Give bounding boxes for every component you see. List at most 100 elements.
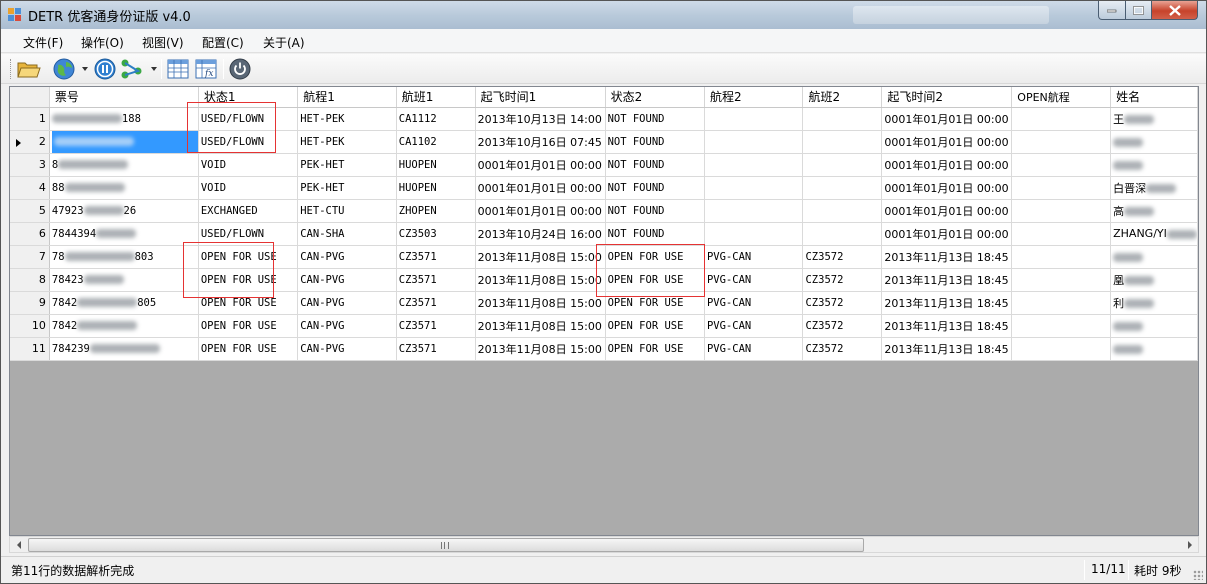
cell-status2[interactable]: NOT FOUND [605,153,705,177]
formula-sheet-button[interactable]: fx [194,57,218,81]
cell-ticket[interactable]: 7844394 [49,222,199,246]
cell-route2[interactable] [704,199,804,223]
cell-flight1[interactable]: CZ3571 [396,337,476,361]
maximize-button[interactable] [1125,1,1152,20]
cell-departure1[interactable]: 2013年11月08日 15:00 [475,337,606,361]
cell-ticket[interactable] [49,130,199,154]
menu-about[interactable]: 关于(A) [263,34,305,51]
cell-departure2[interactable]: 2013年11月13日 18:45 [881,291,1013,315]
cell-route1[interactable]: CAN-SHA [297,222,397,246]
cell-departure2[interactable]: 0001年01月01日 00:00 [881,222,1013,246]
cell-route2[interactable] [704,153,804,177]
cell-name[interactable]: 凰 [1110,268,1198,292]
column-header-departure2[interactable]: 起飞时间2 [881,87,1013,108]
column-header-open-route[interactable]: OPEN航程 [1011,87,1112,108]
cell-open-route[interactable] [1011,153,1112,177]
cell-flight1[interactable]: ZHOPEN [396,199,476,223]
cell-flight2[interactable] [802,222,883,246]
cell-status1[interactable]: OPEN FOR USE [198,268,299,292]
column-header-flight2[interactable]: 航班2 [802,87,883,108]
cell-departure2[interactable]: 2013年11月13日 18:45 [881,268,1013,292]
cell-route2[interactable]: PVG-CAN [704,268,804,292]
cell-flight1[interactable]: HUOPEN [396,176,476,200]
cell-status2[interactable]: OPEN FOR USE [605,314,705,338]
cell-status2[interactable]: OPEN FOR USE [605,337,705,361]
cell-name[interactable] [1110,130,1198,154]
cell-departure2[interactable]: 2013年11月13日 18:45 [881,245,1013,269]
cell-departure2[interactable]: 0001年01月01日 00:00 [881,153,1013,177]
cell-status2[interactable]: OPEN FOR USE [605,268,705,292]
cell-name[interactable] [1110,314,1198,338]
scrollbar-thumb[interactable] [28,538,864,552]
network-dropdown-arrow[interactable] [151,67,157,71]
cell-flight2[interactable]: CZ3572 [802,337,883,361]
close-button[interactable] [1151,1,1198,20]
open-folder-button[interactable] [17,57,41,81]
menu-file[interactable]: 文件(F) [23,34,63,51]
horizontal-scrollbar[interactable] [9,536,1199,553]
column-header-route2[interactable]: 航程2 [704,87,804,108]
column-header-name[interactable]: 姓名 [1110,87,1198,108]
cell-status1[interactable]: USED/FLOWN [198,107,299,131]
table-row[interactable]: 5 47923 26 EXCHANGED HET-CTU ZHOPEN 0001年01月01… [10,199,1198,223]
table-row[interactable]: 6 7844394 USED/FLOWN CAN-SHA CZ3503 2013年10月2… [10,222,1198,246]
cell-route1[interactable]: HET-CTU [297,199,397,223]
menu-view[interactable]: 视图(V) [142,34,184,51]
toolbar-grip[interactable] [10,59,13,79]
cell-ticket[interactable]: 78423 [49,268,199,292]
cell-open-route[interactable] [1011,199,1112,223]
pause-button[interactable] [93,57,117,81]
cell-status2[interactable]: NOT FOUND [605,130,705,154]
table-row[interactable]: 7 78 803 OPEN FOR USE CAN-PVG CZ3571 2013年11月0… [10,245,1198,269]
cell-name[interactable] [1110,153,1198,177]
cell-ticket[interactable]: 88 [49,176,199,200]
cell-status1[interactable]: USED/FLOWN [198,222,299,246]
cell-route1[interactable]: PEK-HET [297,153,397,177]
cell-departure1[interactable]: 2013年11月08日 15:00 [475,268,606,292]
cell-status2[interactable]: OPEN FOR USE [605,291,705,315]
row-header[interactable]: 4 [10,176,50,200]
scroll-right-button[interactable] [1181,537,1198,553]
cell-status2[interactable]: NOT FOUND [605,176,705,200]
cell-name[interactable]: 白晋深 [1110,176,1198,200]
cell-flight1[interactable]: CZ3571 [396,268,476,292]
cell-open-route[interactable] [1011,107,1112,131]
column-header-ticket[interactable]: 票号 [49,87,199,108]
row-header[interactable]: 3 [10,153,50,177]
cell-open-route[interactable] [1011,130,1112,154]
resize-grip[interactable] [1193,570,1203,580]
cell-route1[interactable]: HET-PEK [297,107,397,131]
cell-route2[interactable] [704,130,804,154]
cell-flight2[interactable] [802,176,883,200]
network-button[interactable] [120,57,144,81]
cell-departure1[interactable]: 2013年10月24日 16:00 [475,222,606,246]
cell-route2[interactable]: PVG-CAN [704,337,804,361]
cell-departure1[interactable]: 0001年01月01日 00:00 [475,153,606,177]
scroll-left-button[interactable] [10,537,27,553]
cell-ticket[interactable]: 78 803 [49,245,199,269]
row-header[interactable]: 8 [10,268,50,292]
cell-departure2[interactable]: 2013年11月13日 18:45 [881,337,1013,361]
cell-departure1[interactable]: 2013年11月08日 15:00 [475,291,606,315]
cell-open-route[interactable] [1011,268,1112,292]
cell-departure1[interactable]: 2013年11月08日 15:00 [475,245,606,269]
cell-departure2[interactable]: 2013年11月13日 18:45 [881,314,1013,338]
power-button[interactable] [228,57,252,81]
menu-operate[interactable]: 操作(O) [81,34,124,51]
cell-flight2[interactable] [802,130,883,154]
cell-open-route[interactable] [1011,314,1112,338]
cell-route1[interactable]: CAN-PVG [297,337,397,361]
table-row[interactable]: 10 7842 OPEN FOR USE CAN-PVG CZ3571 2013年11月0… [10,314,1198,338]
cell-flight1[interactable]: CZ3571 [396,314,476,338]
cell-route1[interactable]: CAN-PVG [297,291,397,315]
cell-flight2[interactable]: CZ3572 [802,245,883,269]
globe-dropdown-arrow[interactable] [82,67,88,71]
cell-open-route[interactable] [1011,291,1112,315]
row-header[interactable]: 1 [10,107,50,131]
cell-route2[interactable]: PVG-CAN [704,314,804,338]
cell-route1[interactable]: HET-PEK [297,130,397,154]
table-row[interactable]: 8 78423 OPEN FOR USE CAN-PVG CZ3571 2013年11月0… [10,268,1198,292]
cell-open-route[interactable] [1011,245,1112,269]
cell-name[interactable]: ZHANG/YI [1110,222,1198,246]
cell-ticket[interactable]: 8 [49,153,199,177]
